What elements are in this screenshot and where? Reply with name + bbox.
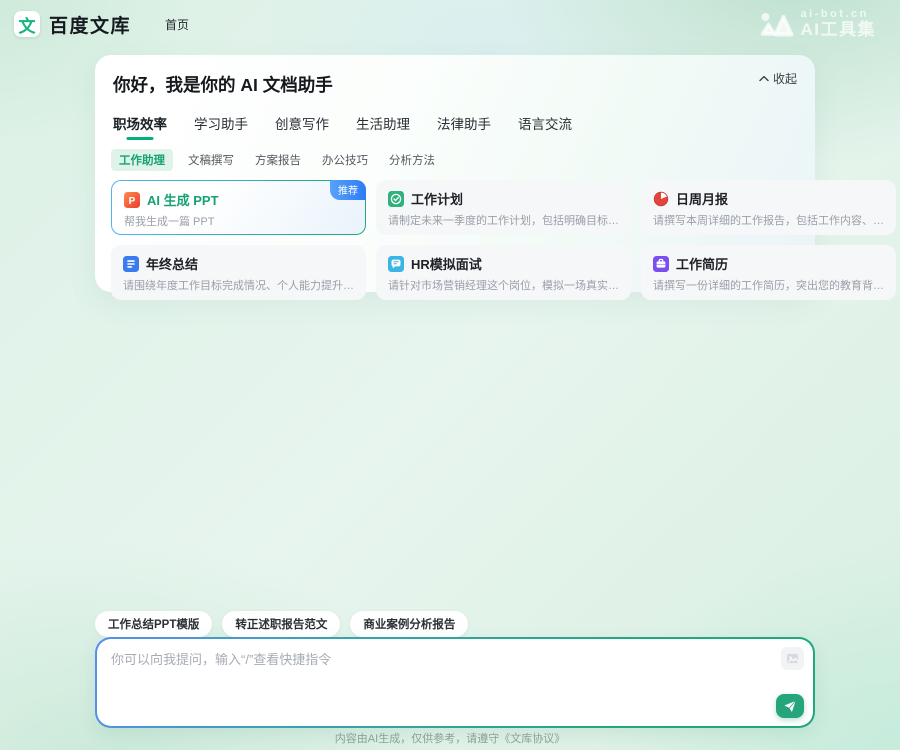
subtab-analysis-methods[interactable]: 分析方法 [383,149,441,171]
ai-bot-logo-icon [758,10,796,38]
sub-category-tabs: 工作助理 文稿撰写 方案报告 办公技巧 分析方法 [111,149,799,171]
chat-icon [388,256,404,272]
card-title: 工作简历 [676,254,728,273]
chip-ppt-template[interactable]: 工作总结PPT模版 [95,611,212,637]
watermark: ai-bot.cn AI工具集 [758,9,877,38]
image-upload-button[interactable] [781,647,804,670]
recommend-badge: 推荐 [330,180,366,200]
chip-probation-report[interactable]: 转正述职报告范文 [222,611,340,637]
ppt-icon: P [124,192,140,208]
subtab-manuscript-writing[interactable]: 文稿撰写 [182,149,240,171]
subtab-work-assistant[interactable]: 工作助理 [111,149,173,171]
prompt-cards: 推荐 P AI 生成 PPT 帮我生成一篇 PPT 工作计划 [111,180,799,300]
card-title: AI 生成 PPT [147,190,219,209]
composer-container [95,637,815,728]
card-ai-generate-ppt[interactable]: 推荐 P AI 生成 PPT 帮我生成一篇 PPT [111,180,366,235]
card-daily-weekly-monthly-report[interactable]: 日周月报 请撰写本周详细的工作报告，包括工作内容、… [641,180,896,235]
document-icon [123,256,139,272]
card-desc: 请针对市场营销经理这个岗位，模拟一场真实… [388,277,619,293]
collapse-button[interactable]: 收起 [759,70,797,87]
card-desc: 请制定未来一季度的工作计划，包括明确目标… [388,212,619,228]
card-work-plan[interactable]: 工作计划 请制定未来一季度的工作计划，包括明确目标… [376,180,631,235]
subtab-proposal-report[interactable]: 方案报告 [249,149,307,171]
card-title: 工作计划 [411,189,463,208]
tab-legal-helper[interactable]: 法律助手 [437,113,491,141]
send-icon [783,700,797,713]
card-desc: 帮我生成一篇 PPT [124,213,353,229]
brand-title: 百度文库 [49,11,131,38]
card-year-end-summary[interactable]: 年终总结 请围绕年度工作目标完成情况、个人能力提升… [111,245,366,300]
category-tabs: 职场效率 学习助手 创意写作 生活助理 法律助手 语言交流 [113,113,799,141]
card-desc: 请围绕年度工作目标完成情况、个人能力提升… [123,277,354,293]
logo-glyph: 文 [19,12,36,37]
check-icon [388,191,404,207]
card-title: HR模拟面试 [411,254,482,273]
wenku-logo-icon[interactable]: 文 [14,11,40,37]
suggestion-chips: 工作总结PPT模版 转正述职报告范文 商业案例分析报告 [95,611,468,637]
tab-study-helper[interactable]: 学习助手 [194,113,248,141]
svg-text:P: P [129,196,136,207]
tab-language-exchange[interactable]: 语言交流 [518,113,572,141]
card-title: 年终总结 [146,254,198,273]
page-title: 你好，我是你的 AI 文档助手 [113,72,799,97]
card-desc: 请撰写本周详细的工作报告，包括工作内容、… [653,212,884,228]
tab-workplace-efficiency[interactable]: 职场效率 [113,113,167,141]
briefcase-icon [653,256,669,272]
card-title: 日周月报 [676,189,728,208]
chevron-up-icon [759,75,769,82]
card-work-resume[interactable]: 工作简历 请撰写一份详细的工作简历，突出您的教育背… [641,245,896,300]
collapse-label: 收起 [773,70,797,87]
prompt-input[interactable] [111,649,741,715]
footer-agreement-link[interactable]: 《文库协议》 [499,733,565,745]
nav-home[interactable]: 首页 [165,16,189,33]
pie-chart-icon [653,191,669,207]
footer-text: 内容由AI生成，仅供参考，请遵守 [335,733,499,745]
footer-disclaimer: 内容由AI生成，仅供参考，请遵守《文库协议》 [0,730,900,746]
assistant-panel: 你好，我是你的 AI 文档助手 收起 职场效率 学习助手 创意写作 生活助理 法… [95,55,815,292]
composer [97,639,813,726]
subtab-office-tips[interactable]: 办公技巧 [316,149,374,171]
send-button[interactable] [776,694,804,718]
chip-business-case-analysis[interactable]: 商业案例分析报告 [350,611,468,637]
watermark-name: AI工具集 [801,21,877,39]
tab-life-assistant[interactable]: 生活助理 [356,113,410,141]
watermark-site: ai-bot.cn [801,9,877,21]
card-hr-mock-interview[interactable]: HR模拟面试 请针对市场营销经理这个岗位，模拟一场真实… [376,245,631,300]
card-desc: 请撰写一份详细的工作简历，突出您的教育背… [653,277,884,293]
image-icon [786,652,799,665]
tab-creative-writing[interactable]: 创意写作 [275,113,329,141]
